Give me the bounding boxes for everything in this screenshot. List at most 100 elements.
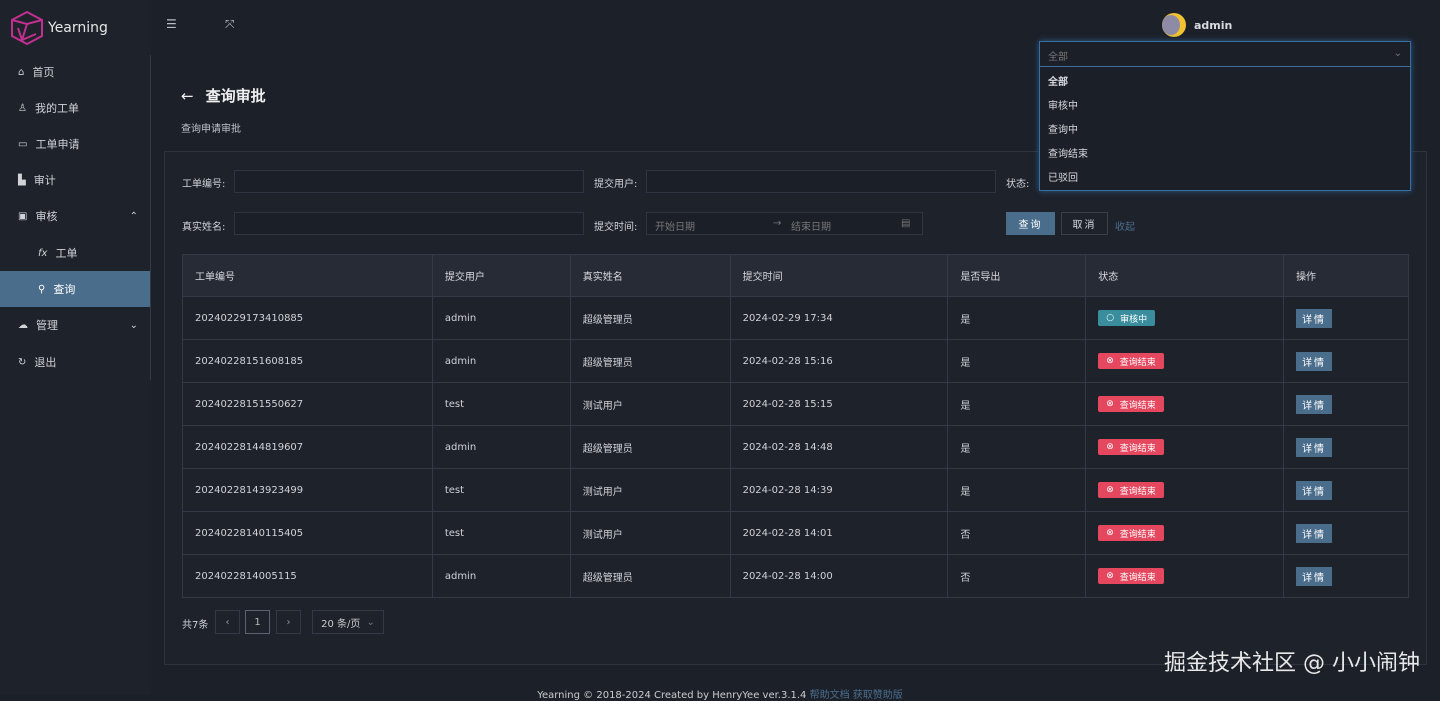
- end-date[interactable]: 结束日期: [791, 218, 901, 233]
- status-dropdown[interactable]: 全部 ⌄ 全部 审核中 查询中 查询结束 已驳回: [1039, 41, 1411, 191]
- sidebar-item-label: 首页: [32, 66, 55, 79]
- cell-status: ○ 审核中: [1085, 296, 1285, 340]
- cell-name: 测试用户: [569, 382, 731, 426]
- cell-status: ⊗ 查询结束: [1085, 554, 1285, 598]
- sidebar-item-4[interactable]: ▣ 审核 ⌃: [0, 198, 150, 234]
- detail-button[interactable]: 详情: [1296, 480, 1333, 500]
- back-arrow-icon[interactable]: ←: [181, 87, 194, 105]
- table-row: 20240228151608185 admin 超级管理员 2024-02-28 15…: [182, 339, 1409, 383]
- sidebar-item-7[interactable]: ☁ 管理 ⌄: [0, 307, 150, 343]
- real-name-label: 真实姓名:: [182, 222, 226, 233]
- detail-button[interactable]: 详情: [1296, 437, 1333, 457]
- collapse-link[interactable]: 收起: [1115, 218, 1135, 233]
- cell-export: 是: [947, 296, 1087, 340]
- range-arrow-icon: →: [773, 218, 782, 229]
- chevron-down-icon: ⌄: [1393, 48, 1402, 59]
- cell-name: 超级管理员: [569, 554, 731, 598]
- status-option[interactable]: 查询结束: [1040, 139, 1410, 163]
- status-selected: 全部: [1048, 52, 1068, 63]
- close-circle-icon: ⊗: [1106, 571, 1114, 581]
- page-title: ← 查询审批: [181, 85, 266, 106]
- menu-toggle-icon[interactable]: ☰: [166, 17, 177, 31]
- cell-user: test: [431, 382, 571, 426]
- prev-page-button[interactable]: ‹: [215, 610, 240, 634]
- sidebar-item-5[interactable]: fx 工单: [0, 235, 150, 271]
- sidebar-item-2[interactable]: ▭ 工单申请: [0, 126, 150, 162]
- sidebar-item-3[interactable]: ▙ 审计: [0, 162, 150, 198]
- cell-name: 超级管理员: [569, 296, 731, 340]
- cell-export: 否: [947, 511, 1087, 555]
- page-1[interactable]: 1: [245, 610, 270, 634]
- help-docs-link[interactable]: 帮助文档: [810, 690, 850, 701]
- cell-id: 20240229173410885: [182, 296, 433, 340]
- home-icon: ⌂: [18, 66, 25, 78]
- cell-action: 详情: [1283, 511, 1409, 555]
- cancel-button[interactable]: 取消: [1061, 212, 1108, 235]
- calendar-icon: ▤: [901, 218, 911, 229]
- detail-button[interactable]: 详情: [1296, 394, 1333, 414]
- sidebar-item-1[interactable]: ♙ 我的工单: [0, 90, 150, 126]
- status-option[interactable]: 审核中: [1040, 91, 1410, 115]
- cell-user: test: [431, 511, 571, 555]
- order-no-label: 工单编号:: [182, 179, 226, 190]
- user-menu[interactable]: admin: [1162, 13, 1232, 37]
- column-header: 状态: [1085, 254, 1285, 297]
- status-badge: ⊗ 查询结束: [1098, 525, 1164, 541]
- status-label: 状态:: [1006, 179, 1030, 190]
- status-select[interactable]: 全部 ⌄: [1040, 42, 1410, 67]
- page-subtitle: 查询申请审批: [181, 124, 241, 135]
- chevron-up-icon: ⌃: [129, 210, 138, 222]
- cell-time: 2024-02-28 14:48: [729, 425, 949, 469]
- loading-icon: ○: [1106, 313, 1115, 323]
- sponsor-link[interactable]: 获取赞助版: [853, 690, 903, 701]
- cell-export: 是: [947, 339, 1087, 383]
- app-name: Yearning: [48, 20, 108, 36]
- sidebar-item-8[interactable]: ↻ 退出: [0, 344, 150, 380]
- column-header: 提交时间: [729, 254, 949, 297]
- date-range-picker[interactable]: 开始日期 → 结束日期 ▤: [646, 212, 923, 235]
- footer-text: Yearning © 2018-2024 Created by HenryYee…: [537, 690, 807, 701]
- status-option[interactable]: 全部: [1040, 67, 1410, 91]
- sidebar-item-0[interactable]: ⌂ 首页: [0, 54, 150, 90]
- sidebar: Yearning ⌂ 首页 ♙ 我的工单 ▭ 工单申请 ▙ 审计 ▣ 审核 ⌃ fx 工单 ⚲ 查询 ☁ 管理 ⌄…: [0, 0, 151, 695]
- column-header: 是否导出: [947, 254, 1087, 297]
- real-name-input[interactable]: [234, 212, 584, 235]
- submitter-input[interactable]: [646, 170, 996, 193]
- sidebar-item-6[interactable]: ⚲ 查询: [0, 271, 150, 307]
- sidebar-item-label: 工单申请: [35, 138, 80, 151]
- detail-button[interactable]: 详情: [1296, 523, 1333, 543]
- logo: Yearning: [10, 10, 108, 46]
- status-text: 查询结束: [1119, 486, 1156, 497]
- start-date[interactable]: 开始日期: [655, 218, 773, 233]
- status-badge: ⊗ 查询结束: [1098, 396, 1164, 412]
- order-no-input[interactable]: [234, 170, 584, 193]
- detail-button[interactable]: 详情: [1296, 351, 1333, 371]
- footer: Yearning © 2018-2024 Created by HenryYee…: [0, 686, 1440, 701]
- detail-button[interactable]: 详情: [1296, 566, 1333, 586]
- cell-action: 详情: [1283, 468, 1409, 512]
- sidebar-item-label: 审计: [33, 174, 56, 187]
- cell-time: 2024-02-28 14:39: [729, 468, 949, 512]
- cell-status: ⊗ 查询结束: [1085, 425, 1285, 469]
- next-page-button[interactable]: ›: [276, 610, 301, 634]
- page-size-select[interactable]: 20 条/页 ⌄: [312, 610, 384, 634]
- cell-time: 2024-02-28 15:15: [729, 382, 949, 426]
- cell-user: admin: [431, 554, 571, 598]
- status-option[interactable]: 查询中: [1040, 115, 1410, 139]
- chevron-down-icon: ⌄: [366, 616, 375, 628]
- close-circle-icon: ⊗: [1106, 356, 1114, 366]
- monitor-icon: ▭: [18, 138, 28, 150]
- status-text: 查询结束: [1119, 529, 1156, 540]
- cell-status: ⊗ 查询结束: [1085, 468, 1285, 512]
- status-badge: ⊗ 查询结束: [1098, 568, 1164, 584]
- search-button[interactable]: 查询: [1006, 212, 1055, 235]
- cell-user: admin: [431, 296, 571, 340]
- cell-id: 20240228143923499: [182, 468, 433, 512]
- fullscreen-icon[interactable]: ⤧: [225, 17, 235, 32]
- table-row: 20240228144819607 admin 超级管理员 2024-02-28 14…: [182, 425, 1409, 469]
- detail-button[interactable]: 详情: [1296, 308, 1333, 328]
- page-title-text: 查询审批: [205, 87, 266, 105]
- cell-action: 详情: [1283, 554, 1409, 598]
- close-circle-icon: ⊗: [1106, 399, 1114, 409]
- status-option[interactable]: 已驳回: [1040, 163, 1410, 187]
